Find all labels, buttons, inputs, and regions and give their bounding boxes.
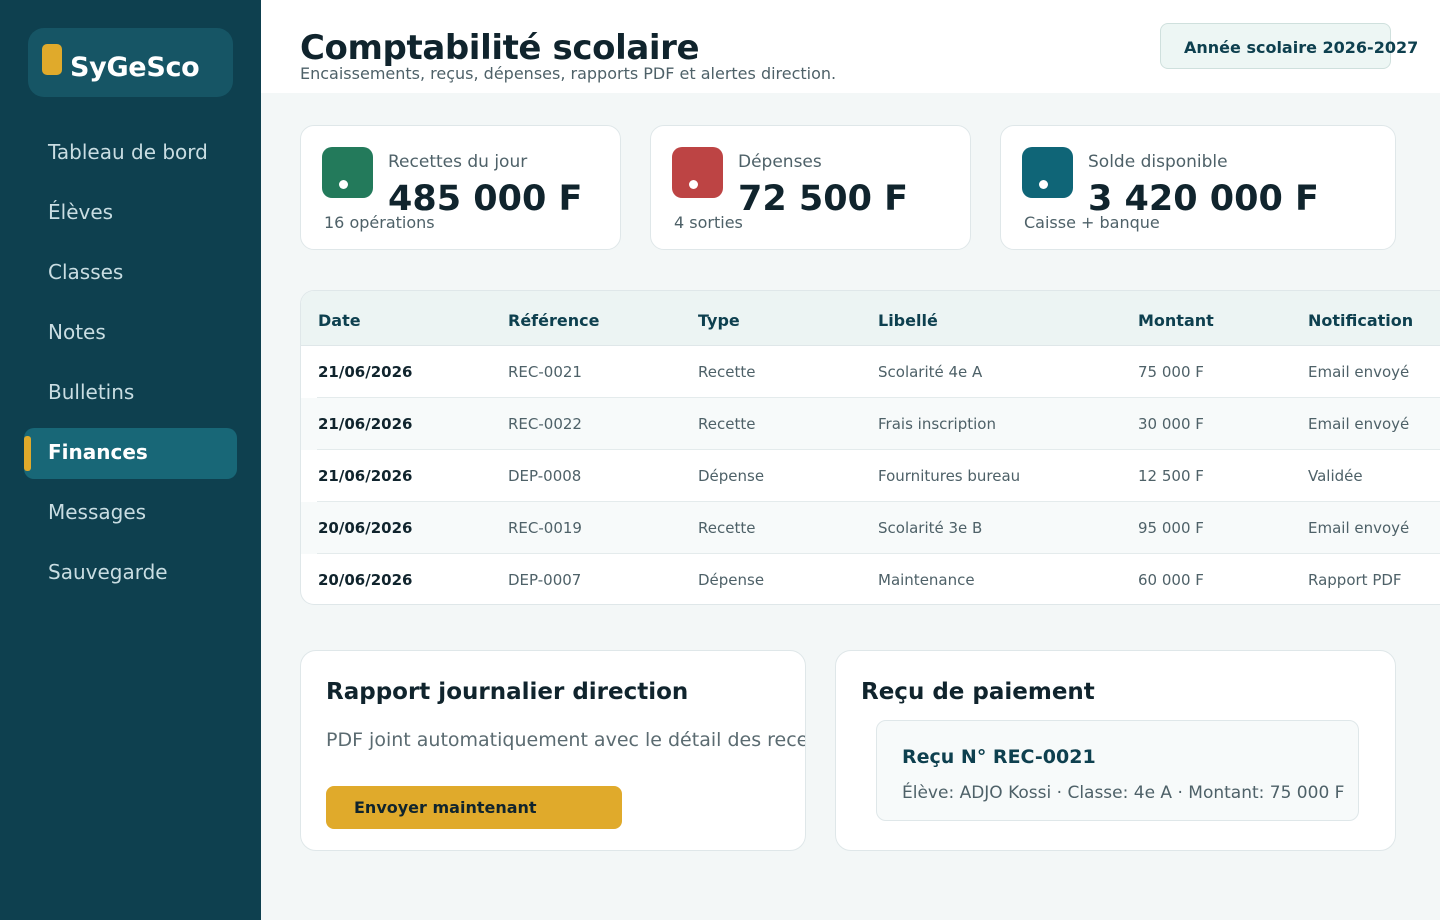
sidebar-item-eleves[interactable]: Élèves [24, 188, 237, 239]
receipt-detail: Élève: ADJO Kossi · Classe: 4e A · Monta… [902, 783, 1345, 803]
cell-amount: 75 000 F [1138, 363, 1204, 381]
sidebar-item-sauvegarde[interactable]: Sauvegarde [24, 548, 237, 599]
sidebar-item-label: Notes [48, 320, 106, 344]
income-icon [322, 147, 373, 198]
stat-card-income: Recettes du jour 485 000 F 16 opérations [300, 125, 621, 250]
report-description: PDF joint automatiquement avec le détail… [326, 729, 806, 751]
stat-label: Dépenses [738, 152, 822, 172]
school-year-selector[interactable]: Année scolaire 2026-2027 [1160, 23, 1418, 69]
sidebar-item-label: Finances [48, 440, 148, 464]
send-now-label: Envoyer maintenant [354, 798, 537, 817]
app-logo[interactable]: SyGeSco [28, 28, 233, 97]
page-subtitle: Encaissements, reçus, dépenses, rapports… [300, 64, 837, 83]
sidebar-item-label: Élèves [48, 200, 114, 224]
cell-notification: Email envoyé [1308, 519, 1410, 537]
column-header-date[interactable]: Date [318, 311, 361, 330]
cell-reference: REC-0019 [508, 519, 582, 537]
cell-amount: 12 500 F [1138, 467, 1204, 485]
stat-note: 4 sorties [674, 213, 743, 232]
cell-amount: 95 000 F [1138, 519, 1204, 537]
receipt-number: Reçu N° REC-0021 [902, 746, 1096, 768]
transactions-table: Date Référence Type Libellé Montant Noti… [300, 290, 1440, 605]
send-now-button[interactable]: Envoyer maintenant [326, 786, 622, 829]
column-header-label[interactable]: Libellé [878, 311, 938, 330]
sidebar-item-tableau-de-bord[interactable]: Tableau de bord [24, 128, 237, 179]
table-row[interactable]: 20/06/2026 DEP-0007 Dépense Maintenance … [301, 554, 1440, 604]
sidebar: SyGeSco Tableau de bord Élèves Classes N… [0, 0, 261, 920]
cell-label: Scolarité 3e B [878, 519, 983, 537]
receipt-card-title: Reçu de paiement [861, 679, 1095, 705]
sidebar-item-notes[interactable]: Notes [24, 308, 237, 359]
stat-value: 72 500 F [738, 179, 909, 219]
cell-notification: Rapport PDF [1308, 571, 1402, 589]
cell-reference: DEP-0007 [508, 571, 582, 589]
cell-date: 21/06/2026 [318, 467, 413, 485]
cell-type: Dépense [698, 467, 765, 485]
logo-icon [42, 44, 62, 75]
table-row[interactable]: 21/06/2026 REC-0022 Recette Frais inscri… [301, 398, 1440, 450]
sidebar-item-label: Tableau de bord [48, 140, 208, 164]
balance-icon [1022, 147, 1073, 198]
cell-reference: REC-0021 [508, 363, 582, 381]
sidebar-item-finances[interactable]: Finances [24, 428, 237, 479]
payment-receipt-card: Reçu de paiement Reçu N° REC-0021 Élève:… [835, 650, 1396, 851]
table-row[interactable]: 21/06/2026 DEP-0008 Dépense Fournitures … [301, 450, 1440, 502]
cell-label: Maintenance [878, 571, 975, 589]
daily-report-card: Rapport journalier direction PDF joint a… [300, 650, 806, 851]
report-title: Rapport journalier direction [326, 679, 689, 705]
sidebar-item-label: Sauvegarde [48, 560, 168, 584]
stat-note: 16 opérations [324, 213, 435, 232]
column-header-amount[interactable]: Montant [1138, 311, 1214, 330]
stat-card-expenses: Dépenses 72 500 F 4 sorties [650, 125, 971, 250]
cell-label: Fournitures bureau [878, 467, 1021, 485]
cell-notification: Email envoyé [1308, 363, 1410, 381]
cell-label: Frais inscription [878, 415, 996, 433]
table-row[interactable]: 21/06/2026 REC-0021 Recette Scolarité 4e… [301, 346, 1440, 398]
cell-notification: Email envoyé [1308, 415, 1410, 433]
cell-date: 21/06/2026 [318, 415, 413, 433]
table-row[interactable]: 20/06/2026 REC-0019 Recette Scolarité 3e… [301, 502, 1440, 554]
stat-label: Recettes du jour [388, 152, 528, 172]
stat-label: Solde disponible [1088, 152, 1228, 172]
sidebar-item-label: Messages [48, 500, 147, 524]
column-header-reference[interactable]: Référence [508, 311, 599, 330]
cell-date: 20/06/2026 [318, 571, 413, 589]
receipt-preview[interactable]: Reçu N° REC-0021 Élève: ADJO Kossi · Cla… [876, 720, 1359, 821]
cell-type: Recette [698, 519, 756, 537]
cell-date: 20/06/2026 [318, 519, 413, 537]
sidebar-item-label: Bulletins [48, 380, 135, 404]
column-header-notification[interactable]: Notification [1308, 311, 1413, 330]
stat-card-balance: Solde disponible 3 420 000 F Caisse + ba… [1000, 125, 1396, 250]
sidebar-item-classes[interactable]: Classes [24, 248, 237, 299]
school-year-label: Année scolaire 2026-2027 [1184, 38, 1419, 57]
cell-label: Scolarité 4e A [878, 363, 983, 381]
cell-date: 21/06/2026 [318, 363, 413, 381]
expense-icon [672, 147, 723, 198]
cell-reference: DEP-0008 [508, 467, 582, 485]
sidebar-item-label: Classes [48, 260, 124, 284]
cell-amount: 30 000 F [1138, 415, 1204, 433]
stat-note: Caisse + banque [1024, 213, 1160, 232]
app-name: SyGeSco [70, 52, 200, 83]
column-header-type[interactable]: Type [698, 311, 740, 330]
table-header: Date Référence Type Libellé Montant Noti… [301, 291, 1440, 346]
cell-type: Dépense [698, 571, 765, 589]
page-title: Comptabilité scolaire [300, 28, 700, 68]
cell-reference: REC-0022 [508, 415, 582, 433]
page-header: Comptabilité scolaire Encaissements, reç… [261, 0, 1440, 93]
cell-notification: Validée [1308, 467, 1363, 485]
cell-amount: 60 000 F [1138, 571, 1204, 589]
sidebar-item-messages[interactable]: Messages [24, 488, 237, 539]
cell-type: Recette [698, 363, 756, 381]
sidebar-item-bulletins[interactable]: Bulletins [24, 368, 237, 419]
cell-type: Recette [698, 415, 756, 433]
